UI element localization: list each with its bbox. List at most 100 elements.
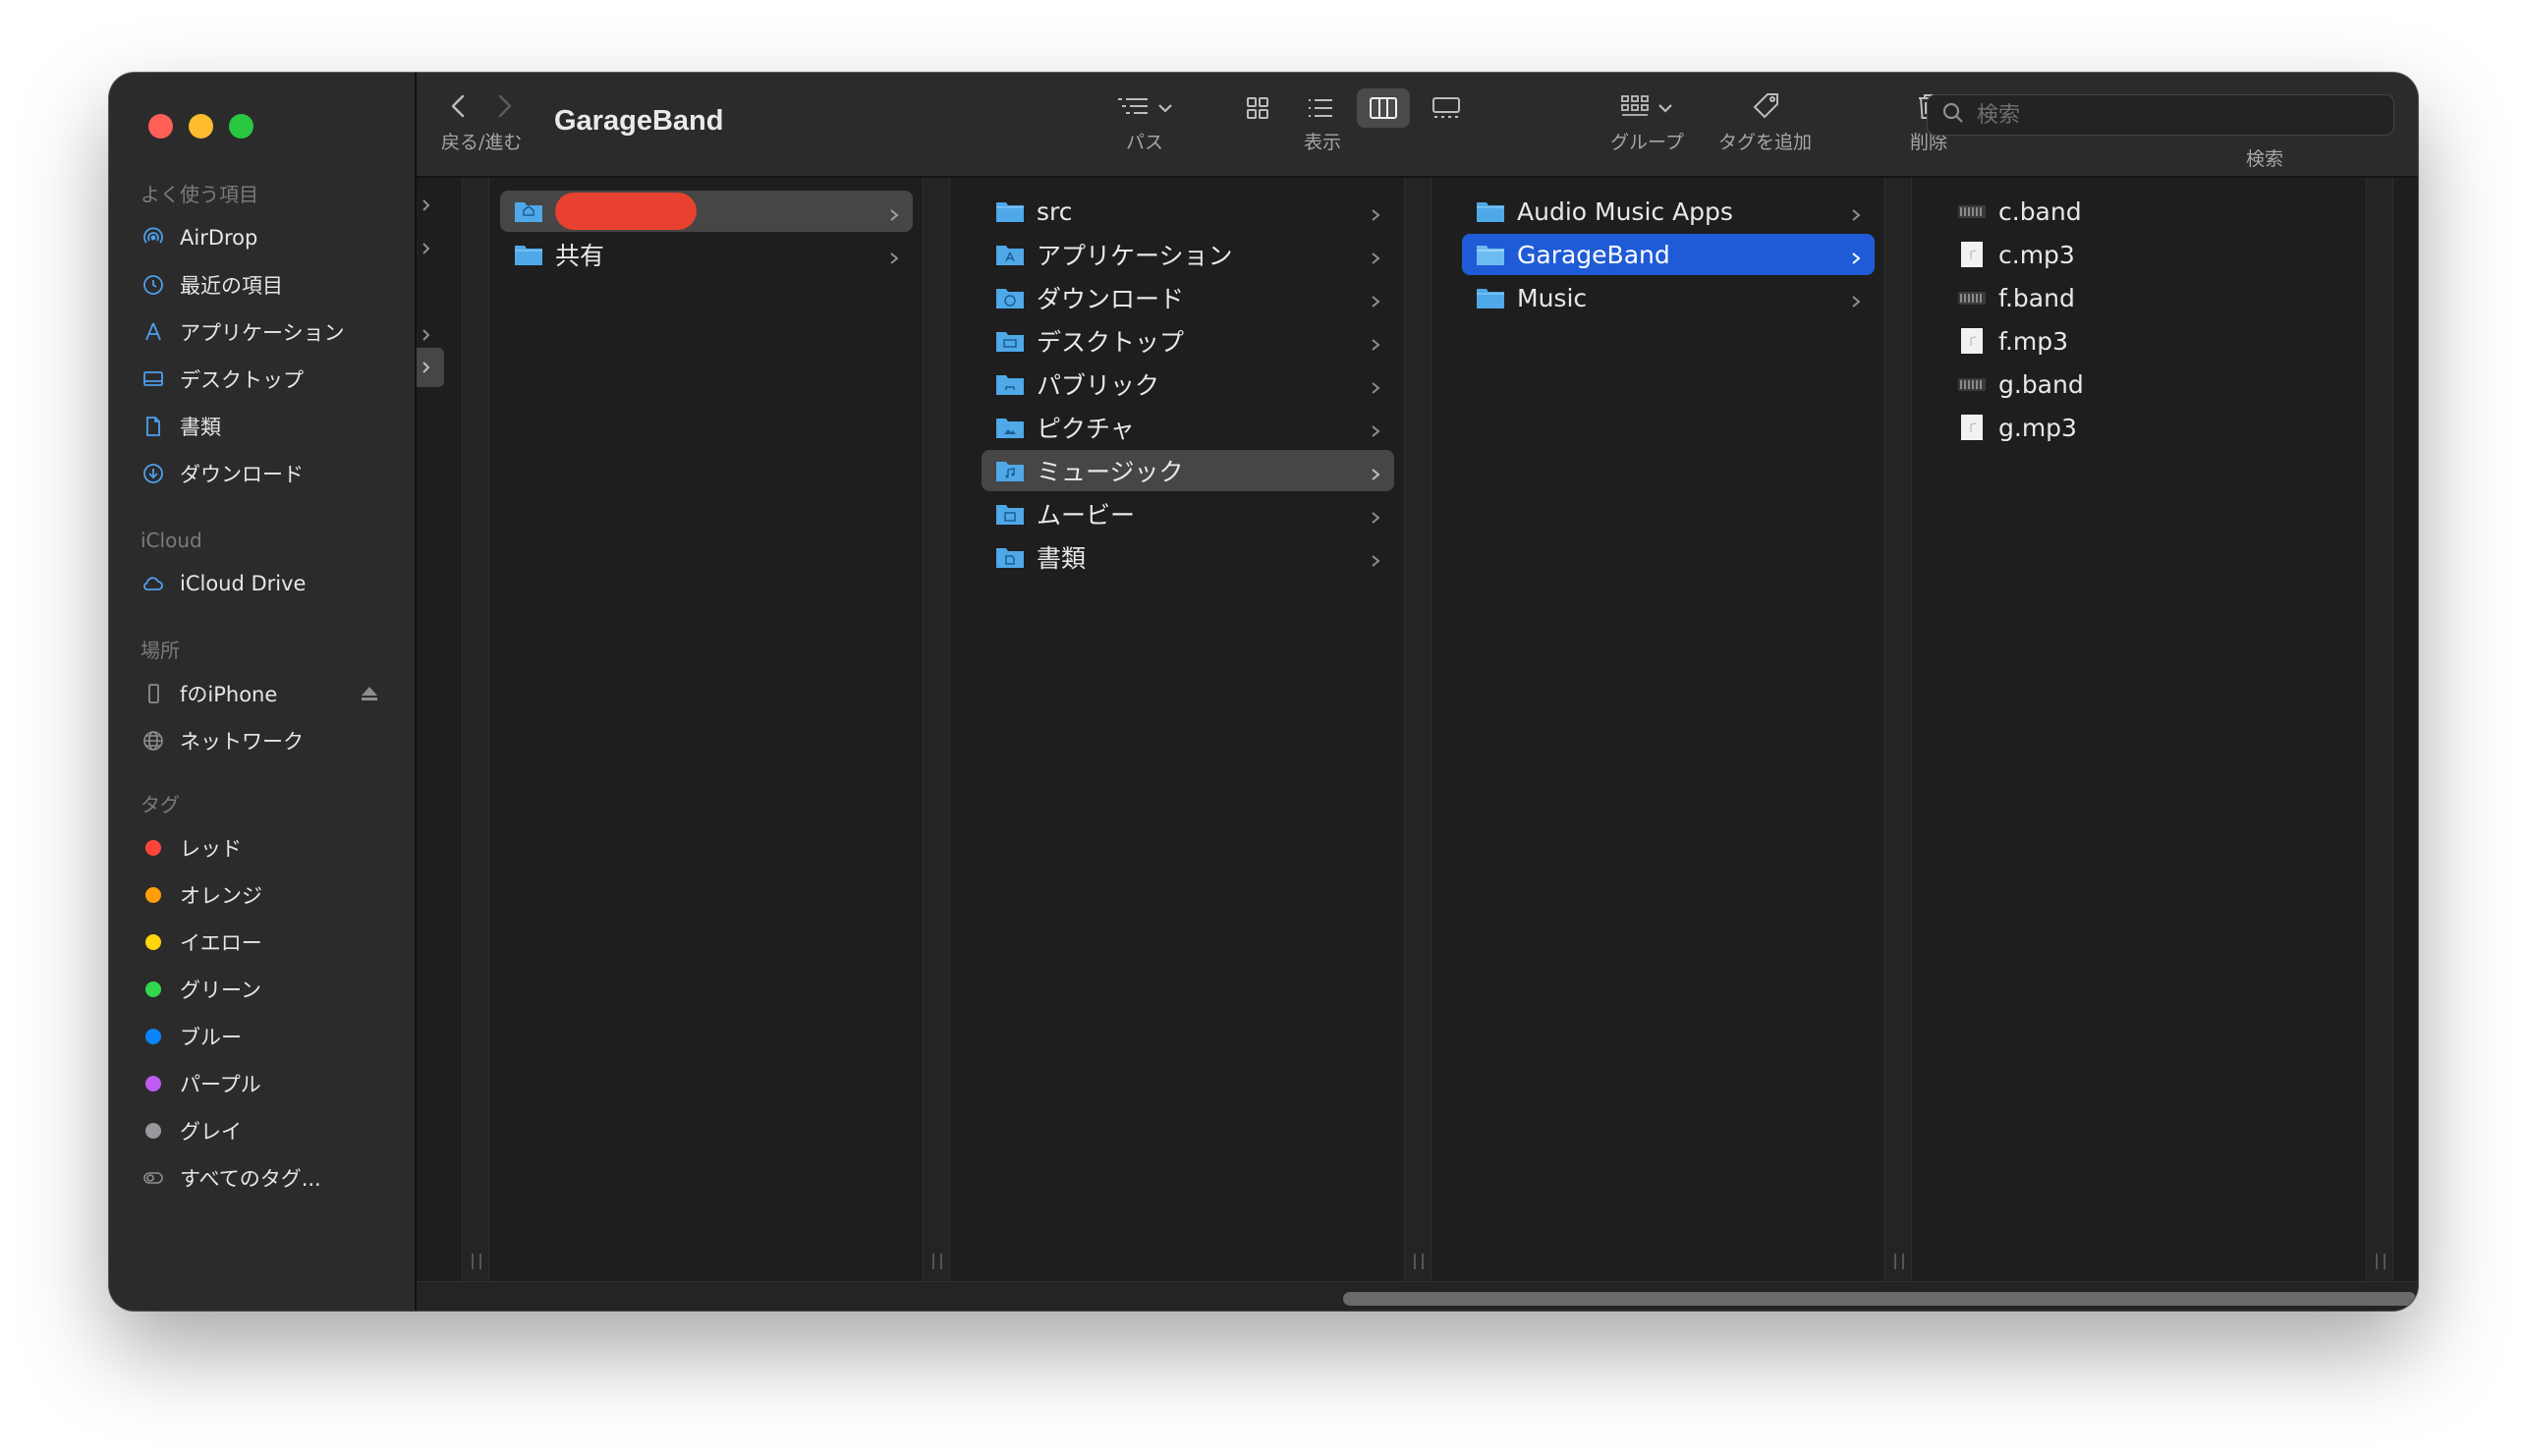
sidebar-tag-purple[interactable]: パープル: [140, 1060, 391, 1107]
column-view-button[interactable]: [1357, 88, 1410, 128]
list-item-garageband-selected[interactable]: GarageBand: [1462, 234, 1875, 275]
list-item[interactable]: 書類: [982, 536, 1394, 578]
column-browser: 共有 src アプリケーション ダウンロード デスクトップ パブリック ピクチャ…: [417, 178, 2418, 1281]
search-input[interactable]: [1977, 102, 2370, 128]
document-icon: [140, 414, 166, 439]
tag-dot-icon: [140, 1071, 166, 1096]
eject-icon[interactable]: [360, 684, 379, 707]
sidebar-tag-blue[interactable]: ブルー: [140, 1013, 391, 1060]
list-item[interactable]: Audio Music Apps: [1462, 191, 1875, 232]
path-button[interactable]: パス: [1116, 88, 1173, 154]
sidebar-tag-all[interactable]: すべてのタグ...: [140, 1154, 391, 1202]
music-folder-icon: [995, 458, 1025, 483]
file-item[interactable]: g.band: [1943, 364, 2356, 405]
list-view-button[interactable]: [1294, 88, 1347, 128]
column-music: Audio Music Apps GarageBand Music: [1462, 178, 1875, 1281]
sidebar-item-label: ブルー: [180, 1026, 242, 1049]
list-item[interactable]: Music: [1462, 277, 1875, 318]
chevron-right-icon: [420, 327, 433, 347]
tag-dot-icon: [140, 1024, 166, 1049]
column-resize-handle[interactable]: [1884, 178, 1912, 1281]
close-button[interactable]: [148, 114, 173, 139]
chevron-right-icon: [1369, 547, 1382, 576]
documents-folder-icon: [995, 544, 1025, 570]
sidebar-item-desktop[interactable]: デスクトップ: [140, 356, 391, 403]
sidebar-item-applications[interactable]: アプリケーション: [140, 308, 391, 356]
minimize-button[interactable]: [189, 114, 213, 139]
list-item[interactable]: デスクトップ: [982, 320, 1394, 362]
group-button[interactable]: グループ: [1610, 88, 1684, 154]
group-grid-icon: [1620, 94, 1650, 122]
sidebar-tag-green[interactable]: グリーン: [140, 966, 391, 1013]
finder-window: よく使う項目 AirDrop 最近の項目 アプリケーション デスクトップ 書類 …: [109, 73, 2418, 1311]
list-item-shared[interactable]: 共有: [500, 234, 913, 275]
list-item[interactable]: アプリケーション: [982, 234, 1394, 275]
item-label: アプリケーション: [1037, 242, 1233, 270]
sidebar-tag-orange[interactable]: オレンジ: [140, 871, 391, 919]
chevron-right-icon: [1849, 201, 1863, 230]
column-home: 共有: [500, 178, 913, 1281]
sidebar-item-network[interactable]: ネットワーク: [140, 717, 391, 764]
sidebar-item-recents[interactable]: 最近の項目: [140, 261, 391, 308]
list-item[interactable]: ピクチャ: [982, 407, 1394, 448]
list-item-home[interactable]: [500, 191, 913, 232]
list-item[interactable]: パブリック: [982, 364, 1394, 405]
list-item-music-selected[interactable]: ミュージック: [982, 450, 1394, 491]
sidebar-item-label: アプリケーション: [180, 321, 345, 345]
path-label: パス: [1125, 132, 1163, 153]
file-item[interactable]: f.band: [1943, 277, 2356, 318]
sidebar-item-documents[interactable]: 書類: [140, 403, 391, 450]
forward-icon[interactable]: [493, 92, 515, 124]
scrollbar-thumb[interactable]: [1343, 1292, 2416, 1306]
desktop-folder-icon: [995, 328, 1025, 354]
back-forward-group: 戻る/進む: [441, 88, 522, 154]
column-resize-handle[interactable]: [1404, 178, 1432, 1281]
sidebar-item-label: パープル: [180, 1073, 261, 1096]
gallery-view-button[interactable]: [1420, 88, 1473, 128]
item-label: c.mp3: [1998, 240, 2075, 269]
chevron-right-icon: [887, 201, 901, 230]
column-resize-handle[interactable]: [923, 178, 950, 1281]
sidebar-locations: 場所 fのiPhone ネットワーク: [140, 631, 391, 764]
chevron-right-icon: [1369, 331, 1382, 360]
sidebar-tag-gray[interactable]: グレイ: [140, 1107, 391, 1154]
sidebar-item-label: デスクトップ: [180, 368, 304, 392]
folder-icon: [1476, 198, 1505, 224]
file-item[interactable]: c.mp3: [1943, 234, 2356, 275]
mp3-file-icon: [1957, 242, 1987, 267]
back-icon[interactable]: [448, 92, 470, 124]
horizontal-scrollbar[interactable]: [417, 1281, 2418, 1311]
file-item[interactable]: g.mp3: [1943, 407, 2356, 448]
sidebar-tag-red[interactable]: レッド: [140, 824, 391, 871]
item-label: ピクチャ: [1037, 415, 1135, 443]
column-resize-handle[interactable]: [462, 178, 489, 1281]
chevron-right-icon: [1369, 288, 1382, 316]
sidebar-item-downloads[interactable]: ダウンロード: [140, 450, 391, 497]
movies-folder-icon: [995, 501, 1025, 527]
list-item[interactable]: ムービー: [982, 493, 1394, 534]
file-item[interactable]: f.mp3: [1943, 320, 2356, 362]
search-icon: [1941, 101, 1965, 129]
download-icon: [140, 461, 166, 486]
zoom-button[interactable]: [229, 114, 253, 139]
icon-view-button[interactable]: [1231, 88, 1284, 128]
group-label: グループ: [1610, 132, 1684, 153]
window-title: GarageBand: [554, 105, 724, 137]
column-resize-handle[interactable]: [2366, 178, 2393, 1281]
chevron-right-icon: [1369, 461, 1382, 489]
file-item[interactable]: c.band: [1943, 191, 2356, 232]
sidebar-item-iphone[interactable]: fのiPhone: [140, 670, 391, 717]
sidebar-header-locations: 場所: [140, 639, 180, 662]
add-tag-button[interactable]: タグを追加: [1718, 88, 1812, 154]
sidebar-header-icloud: iCloud: [140, 529, 202, 552]
sidebar-item-icloud-drive[interactable]: iCloud Drive: [140, 560, 391, 607]
list-item[interactable]: ダウンロード: [982, 277, 1394, 318]
sidebar-item-label: iCloud Drive: [180, 572, 307, 595]
sidebar-favorites: よく使う項目 AirDrop 最近の項目 アプリケーション デスクトップ 書類 …: [140, 175, 391, 497]
list-item[interactable]: src: [982, 191, 1394, 232]
search-field[interactable]: [1927, 94, 2394, 136]
all-tags-icon: [140, 1165, 166, 1191]
sidebar-tag-yellow[interactable]: イエロー: [140, 919, 391, 966]
chevron-right-icon: [420, 241, 433, 260]
sidebar-item-airdrop[interactable]: AirDrop: [140, 214, 391, 261]
